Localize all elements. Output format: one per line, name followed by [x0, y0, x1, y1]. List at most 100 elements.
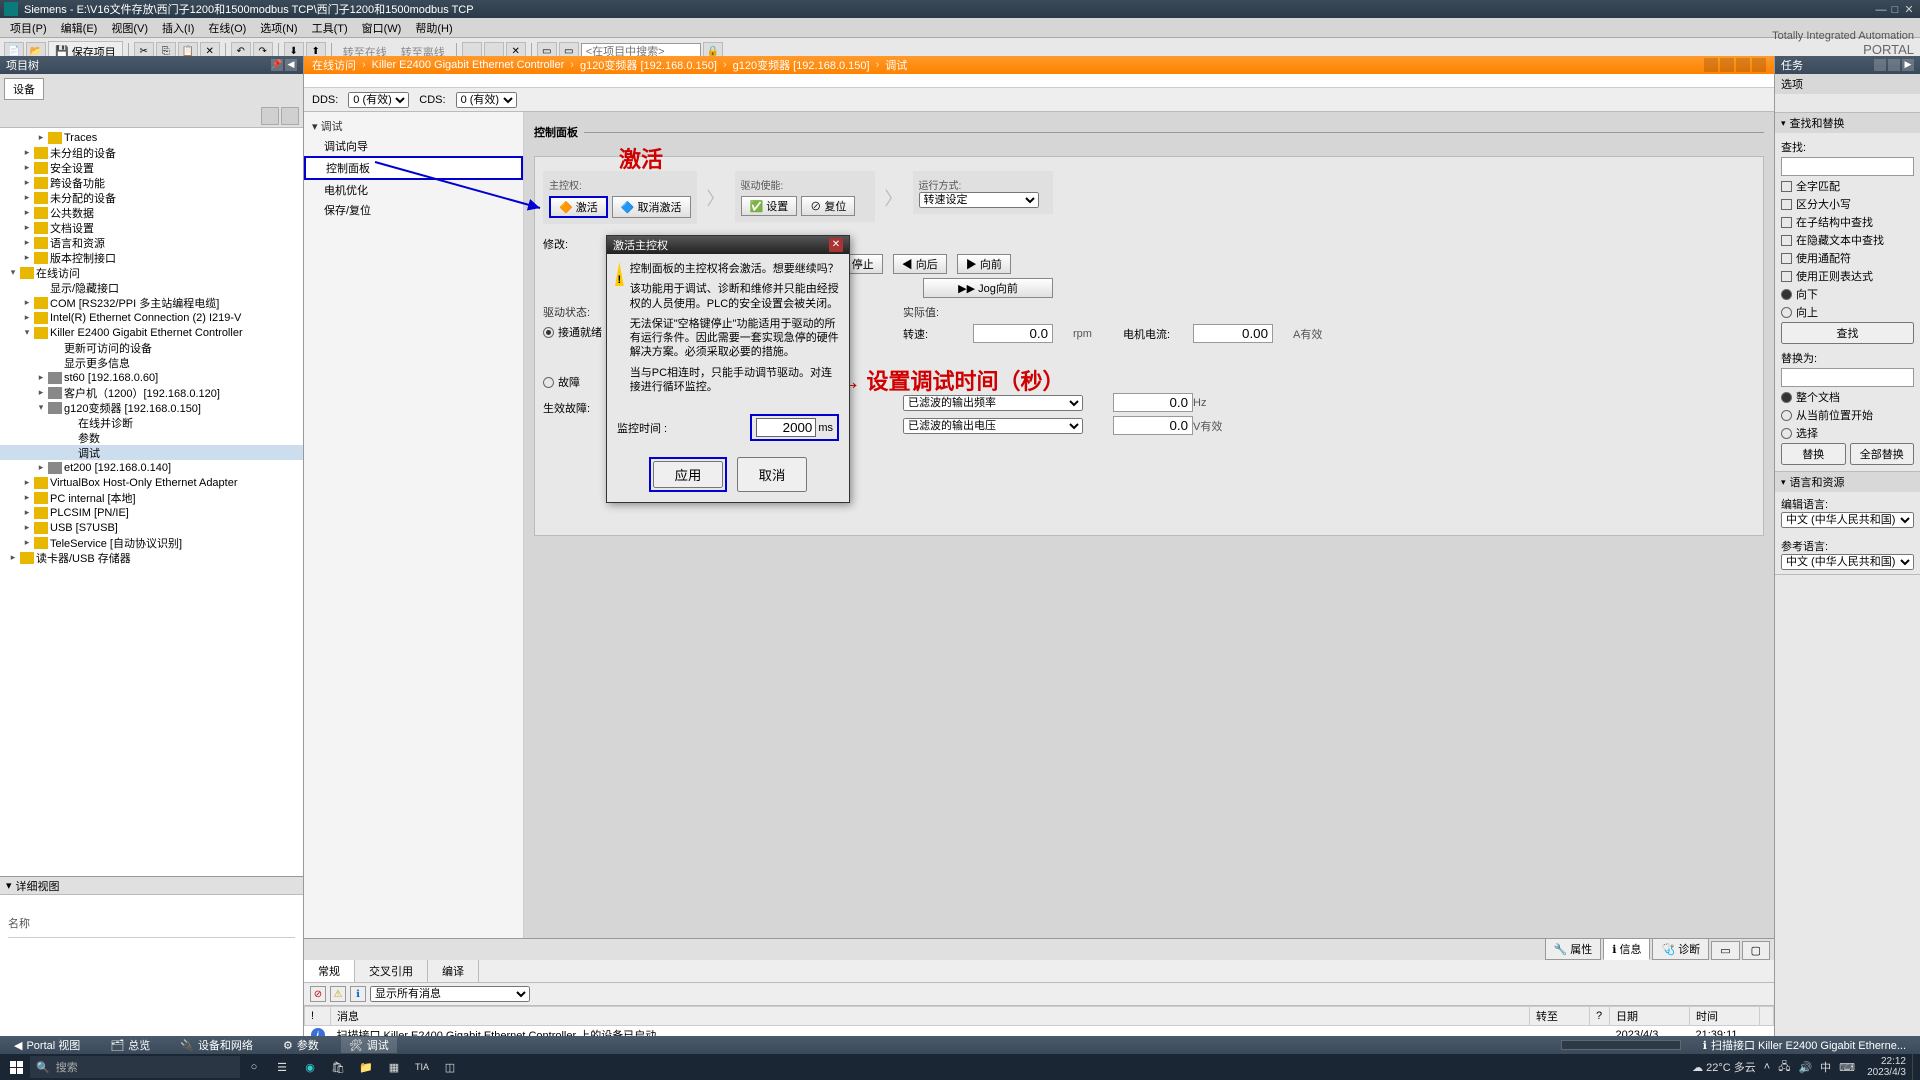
- tab-diagnostics[interactable]: 🩺 诊断: [1652, 938, 1709, 960]
- params-tab[interactable]: ⚙ 参数: [275, 1037, 327, 1053]
- nav-header[interactable]: ▾ 调试: [304, 116, 523, 136]
- tree-tool-1[interactable]: [261, 107, 279, 125]
- hidden-checkbox[interactable]: [1781, 235, 1792, 246]
- tree-node[interactable]: ▸读卡器/USB 存储器: [0, 550, 303, 565]
- tree-node[interactable]: ▸Intel(R) Ethernet Connection (2) I219-V: [0, 310, 303, 325]
- scope-pos-radio[interactable]: [1781, 410, 1792, 421]
- ref-lang-select[interactable]: 中文 (中华人民共和国): [1781, 554, 1914, 570]
- tree-node[interactable]: 调试: [0, 445, 303, 460]
- dir-down-radio[interactable]: [1781, 289, 1792, 300]
- menu-project[interactable]: 项目(P): [4, 18, 53, 38]
- tree-tool-2[interactable]: [281, 107, 299, 125]
- cancel-button[interactable]: 取消: [737, 457, 807, 492]
- explorer-icon[interactable]: 📁: [352, 1055, 380, 1079]
- bc-close-icon[interactable]: [1752, 58, 1766, 72]
- tree-node[interactable]: ▸COM [RS232/PPI 多主站编程电缆]: [0, 295, 303, 310]
- scope-sel-radio[interactable]: [1781, 428, 1792, 439]
- subtab-general[interactable]: 常规: [304, 960, 355, 982]
- taskbar-clock[interactable]: 22:122023/4/3: [1861, 1056, 1912, 1078]
- tray-keyboard-icon[interactable]: ⌨: [1839, 1061, 1855, 1074]
- wholeword-checkbox[interactable]: [1781, 181, 1792, 192]
- tree-node[interactable]: 参数: [0, 430, 303, 445]
- detail-view-header[interactable]: ▾详细视图: [0, 876, 303, 894]
- tasks-collapse-icon[interactable]: ▶: [1902, 59, 1914, 71]
- cortana-icon[interactable]: ○: [240, 1055, 268, 1079]
- tree-node[interactable]: ▸TeleService [自动协议识别]: [0, 535, 303, 550]
- tasks-pin-icon[interactable]: [1888, 59, 1900, 71]
- dialog-close-icon[interactable]: ✕: [829, 238, 843, 252]
- lang-header[interactable]: ▾语言和资源: [1775, 472, 1920, 492]
- tree-node[interactable]: ▾在线访问: [0, 265, 303, 280]
- activate-button[interactable]: 🔶 激活: [549, 196, 608, 218]
- back-button[interactable]: ◀ 向后: [893, 254, 947, 274]
- tray-vol-icon[interactable]: 🔊: [1798, 1061, 1812, 1074]
- message-filter-select[interactable]: 显示所有消息: [370, 986, 530, 1002]
- system-tray[interactable]: ☁ 22°C 多云 ˄ 🖧 🔊 中 ⌨: [1686, 1058, 1861, 1077]
- reset-button[interactable]: ⊘ 复位: [801, 196, 855, 216]
- monitor-time-input[interactable]: [756, 418, 816, 437]
- dds-select[interactable]: 0 (有效): [348, 92, 409, 108]
- set-button[interactable]: ✅ 设置: [741, 196, 798, 216]
- taskview-icon[interactable]: ☰: [268, 1055, 296, 1079]
- tree-node[interactable]: ▸st60 [192.168.0.60]: [0, 370, 303, 385]
- filter-error-icon[interactable]: ⊘: [310, 986, 326, 1002]
- dir-up-radio[interactable]: [1781, 307, 1792, 318]
- devices-tab[interactable]: 设备: [4, 78, 44, 100]
- regex-checkbox[interactable]: [1781, 271, 1792, 282]
- tree-node[interactable]: ▸未分组的设备: [0, 145, 303, 160]
- replace-button[interactable]: 替换: [1781, 443, 1846, 465]
- portal-view-button[interactable]: ◀ Portal 视图: [6, 1037, 88, 1053]
- bc-min-icon[interactable]: [1704, 58, 1718, 72]
- tree-node[interactable]: ▾Killer E2400 Gigabit Ethernet Controlle…: [0, 325, 303, 340]
- tray-chevron-icon[interactable]: ˄: [1764, 1061, 1770, 1073]
- tree-node[interactable]: ▸跨设备功能: [0, 175, 303, 190]
- app2-icon[interactable]: ◫: [436, 1055, 464, 1079]
- nav-motor-opt[interactable]: 电机优化: [304, 180, 523, 200]
- window-controls[interactable]: —□✕: [1874, 3, 1916, 16]
- edit-lang-select[interactable]: 中文 (中华人民共和国): [1781, 512, 1914, 528]
- tree-node[interactable]: ▸语言和资源: [0, 235, 303, 250]
- find-replace-header[interactable]: ▾查找和替换: [1775, 113, 1920, 133]
- cds-select[interactable]: 0 (有效): [456, 92, 517, 108]
- tree-node[interactable]: ▸公共数据: [0, 205, 303, 220]
- subtab-compile[interactable]: 编译: [428, 960, 479, 982]
- store-icon[interactable]: 🛍: [324, 1055, 352, 1079]
- tree-node[interactable]: ▸VirtualBox Host-Only Ethernet Adapter: [0, 475, 303, 490]
- devnet-tab[interactable]: 🔌 设备和网络: [172, 1037, 261, 1053]
- tia-icon[interactable]: TIA: [408, 1055, 436, 1079]
- tree-node[interactable]: ▸安全设置: [0, 160, 303, 175]
- menu-options[interactable]: 选项(N): [254, 18, 303, 38]
- apply-button[interactable]: 应用: [653, 461, 723, 488]
- overview-tab[interactable]: 🗂 总览: [102, 1037, 158, 1053]
- tree-node[interactable]: ▸USB [S7USB]: [0, 520, 303, 535]
- pane-pin-icon[interactable]: 📌: [271, 59, 283, 71]
- weather-widget[interactable]: ☁ 22°C 多云: [1692, 1059, 1756, 1075]
- inspector-max-icon[interactable]: ▢: [1742, 941, 1770, 960]
- find-input[interactable]: [1781, 157, 1914, 176]
- show-desktop[interactable]: [1912, 1054, 1918, 1080]
- bc-restore-icon[interactable]: [1736, 58, 1750, 72]
- commission-tab[interactable]: 🛠 调试: [341, 1037, 397, 1053]
- edge-icon[interactable]: ◉: [296, 1055, 324, 1079]
- bc-max-icon[interactable]: [1720, 58, 1734, 72]
- tree-node[interactable]: ▸版本控制接口: [0, 250, 303, 265]
- wildcard-checkbox[interactable]: [1781, 253, 1792, 264]
- tree-node[interactable]: 在线并诊断: [0, 415, 303, 430]
- substruct-checkbox[interactable]: [1781, 217, 1792, 228]
- nav-wizard[interactable]: 调试向导: [304, 136, 523, 156]
- nav-save-restore[interactable]: 保存/复位: [304, 200, 523, 220]
- tree-node[interactable]: ▸et200 [192.168.0.140]: [0, 460, 303, 475]
- tree-node[interactable]: ▸PC internal [本地]: [0, 490, 303, 505]
- tree-node[interactable]: ▸文档设置: [0, 220, 303, 235]
- tab-info[interactable]: ℹ 信息: [1603, 938, 1650, 960]
- output-freq-select[interactable]: 已滤波的输出频率: [903, 395, 1083, 411]
- replace-all-button[interactable]: 全部替换: [1850, 443, 1915, 465]
- nav-control-panel[interactable]: 控制面板: [304, 156, 523, 180]
- options-header[interactable]: 选项: [1775, 74, 1920, 94]
- menu-tools[interactable]: 工具(T): [306, 18, 354, 38]
- tree-node[interactable]: 更新可访问的设备: [0, 340, 303, 355]
- matchcase-checkbox[interactable]: [1781, 199, 1792, 210]
- op-mode-select[interactable]: 转速设定: [919, 192, 1039, 208]
- tree-node[interactable]: 显示更多信息: [0, 355, 303, 370]
- filter-info-icon[interactable]: ℹ: [350, 986, 366, 1002]
